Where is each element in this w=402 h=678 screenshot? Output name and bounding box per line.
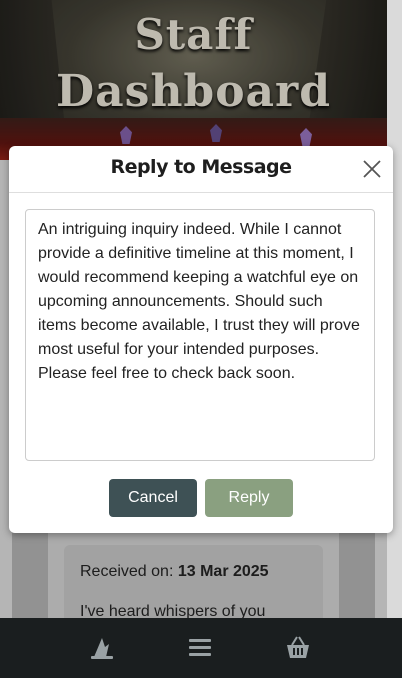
modal-title: Reply to Message: [110, 156, 292, 178]
modal-header: Reply to Message: [9, 146, 393, 193]
menu-icon[interactable]: [186, 634, 214, 662]
reply-button[interactable]: Reply: [205, 479, 293, 517]
reply-textarea[interactable]: An intriguing inquiry indeed. While I ca…: [25, 209, 375, 461]
cancel-button[interactable]: Cancel: [109, 479, 197, 517]
bottom-nav: [0, 618, 402, 678]
reply-modal: Reply to Message An intriguing inquiry i…: [9, 146, 393, 533]
wizard-hat-icon[interactable]: [88, 634, 116, 662]
basket-icon[interactable]: [284, 634, 312, 662]
close-icon[interactable]: [361, 158, 383, 180]
